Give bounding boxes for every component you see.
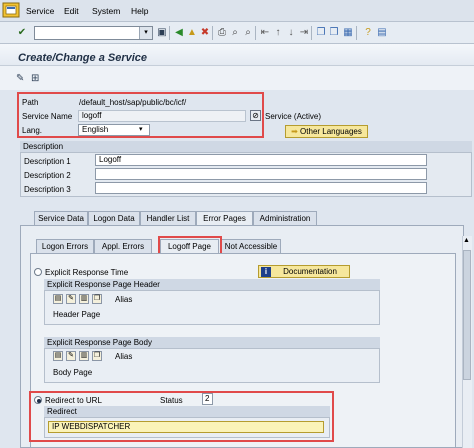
body-page-label: Body Page [53, 368, 93, 377]
explicit-response-label: Explicit Response Time [45, 268, 129, 277]
redirect-url-label: Redirect to URL [45, 396, 102, 405]
toolbar-separator [255, 26, 256, 40]
service-status-text: Service (Active) [265, 112, 322, 121]
path-label: Path [22, 98, 39, 107]
trash-icon[interactable]: ▥ [79, 294, 89, 304]
other-languages-button[interactable]: ➡ Other Languages [285, 125, 368, 138]
save-icon[interactable]: ▣ [156, 27, 168, 39]
redirect-url-input[interactable]: IP WEBDISPATCHER [48, 421, 324, 433]
exit-icon[interactable]: ▲ [186, 27, 198, 39]
print-icon[interactable]: ⎙ [216, 27, 228, 39]
toolbar-separator [311, 26, 312, 40]
page-title: Create/Change a Service [18, 52, 148, 64]
redirect-group-header: Redirect [44, 406, 330, 418]
description-1-input[interactable]: Logoff [95, 154, 427, 166]
header-page-label: Header Page [53, 310, 101, 319]
description-3-input[interactable] [95, 182, 427, 194]
tab-administration[interactable]: Administration [253, 211, 317, 225]
header-page-group-header: Explicit Response Page Header [44, 279, 380, 291]
subtab-logon-errors[interactable]: Logon Errors [36, 239, 94, 253]
lang-label: Lang. [22, 126, 43, 135]
find-icon[interactable]: ⌕ [229, 27, 241, 39]
copy-icon[interactable]: ❐ [92, 351, 102, 361]
redirect-url-radio[interactable] [34, 396, 42, 404]
customize-icon[interactable]: ▤ [376, 27, 388, 39]
back-icon[interactable]: ◀ [173, 27, 185, 39]
scrollbar-thumb[interactable] [463, 250, 471, 380]
tab-error-pages[interactable]: Error Pages [196, 211, 253, 225]
menu-system[interactable]: System [92, 6, 120, 16]
check-icon[interactable]: ✔ [16, 27, 28, 39]
service-status-icon[interactable]: ⊘ [250, 110, 261, 121]
menu-edit[interactable]: Edit [64, 6, 79, 16]
description-2-input[interactable] [95, 168, 427, 180]
other-languages-label: Other Languages [300, 127, 362, 136]
header-alias-label: Alias [115, 295, 133, 304]
service-name-field: logoff [78, 110, 246, 122]
description-header: Description [20, 141, 472, 153]
toolbar-separator [356, 26, 357, 40]
lang-dropdown-icon[interactable]: ▾ [139, 125, 143, 133]
document-icon[interactable]: ▤ [53, 294, 63, 304]
scroll-up-icon[interactable]: ▲ [463, 237, 470, 244]
open-folder-icon[interactable]: ✎ [66, 294, 76, 304]
hierarchy-icon[interactable]: ⊞ [31, 73, 39, 84]
prev-page-icon[interactable]: ↑ [272, 27, 284, 39]
command-field[interactable] [34, 26, 153, 40]
path-value: /default_host/sap/public/bc/icf/ [79, 98, 187, 107]
create-session-icon[interactable]: ❐ [315, 27, 327, 39]
cancel-icon[interactable]: ✖ [199, 27, 211, 39]
open-folder-icon[interactable]: ✎ [66, 351, 76, 361]
trash-icon[interactable]: ▥ [79, 351, 89, 361]
toolbar-separator [212, 26, 213, 40]
description-2-label: Description 2 [24, 171, 71, 180]
description-3-label: Description 3 [24, 185, 71, 194]
sap-menu-icon[interactable] [2, 2, 20, 18]
document-icon[interactable]: ▤ [53, 351, 63, 361]
tab-handler-list[interactable]: Handler List [140, 211, 196, 225]
tab-logon-data[interactable]: Logon Data [88, 211, 140, 225]
description-1-label: Description 1 [24, 157, 71, 166]
subtab-not-accessible[interactable]: Not Accessible [221, 239, 281, 253]
edit-pencil-icon[interactable]: ✎ [16, 73, 24, 84]
body-page-group-header: Explicit Response Page Body [44, 337, 380, 349]
main-tabstrip: Service Data Logon Data Handler List Err… [20, 211, 464, 225]
toolbar-separator [169, 26, 170, 40]
application-toolbar [0, 66, 474, 90]
body-alias-label: Alias [115, 352, 133, 361]
menu-service[interactable]: Service [26, 6, 54, 16]
info-icon: i [261, 267, 271, 277]
command-field-dropdown-icon[interactable]: ▾ [139, 27, 152, 39]
shortcut-icon[interactable]: ❒ [328, 27, 340, 39]
status-label: Status [160, 396, 183, 405]
menu-help[interactable]: Help [131, 6, 148, 16]
service-name-label: Service Name [22, 112, 73, 121]
help-icon[interactable]: ? [362, 27, 374, 39]
explicit-response-radio[interactable] [34, 268, 42, 276]
status-field[interactable]: 2 [202, 393, 213, 405]
documentation-button[interactable]: i Documentation [258, 265, 350, 278]
documentation-label: Documentation [283, 267, 337, 276]
subtab-appl-errors[interactable]: Appl. Errors [94, 239, 152, 253]
copy-icon[interactable]: ❐ [92, 294, 102, 304]
sub-tabstrip: Logon Errors Appl. Errors Logoff Page No… [30, 239, 450, 253]
arrow-right-icon: ➡ [291, 127, 298, 136]
last-page-icon[interactable]: ⇥ [298, 27, 310, 39]
layout-icon[interactable]: ▦ [342, 27, 354, 39]
find-next-icon[interactable]: ⌕ [242, 27, 254, 39]
next-page-icon[interactable]: ↓ [285, 27, 297, 39]
first-page-icon[interactable]: ⇤ [259, 27, 271, 39]
tab-service-data[interactable]: Service Data [34, 211, 88, 225]
